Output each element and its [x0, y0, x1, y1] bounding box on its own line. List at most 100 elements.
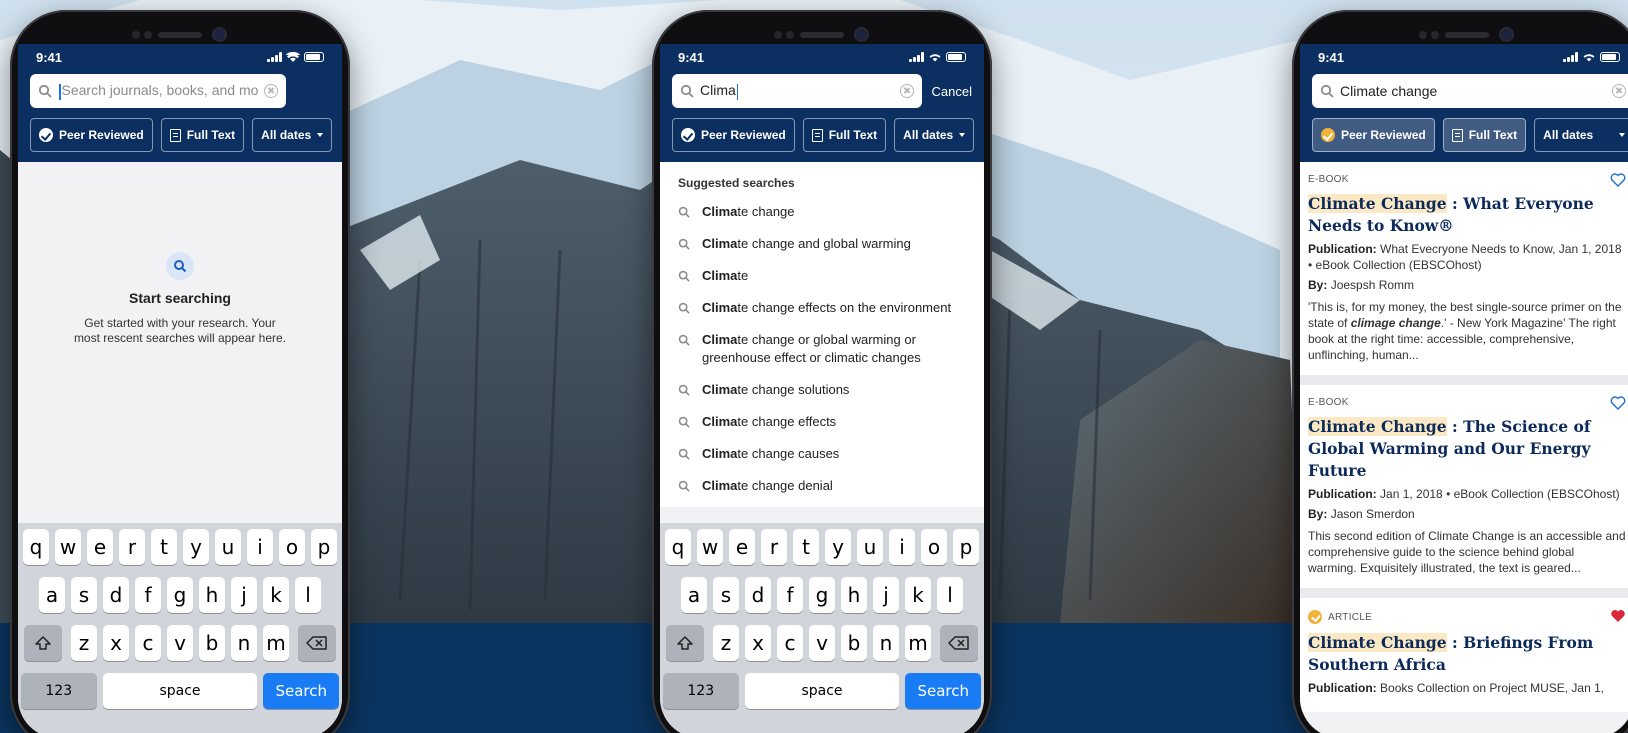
- result-title[interactable]: Climate Change : What Everyone Needs to …: [1308, 193, 1626, 237]
- filter-peer-reviewed[interactable]: Peer Reviewed: [30, 118, 153, 152]
- suggestion-item[interactable]: Climate: [678, 260, 966, 292]
- key-d[interactable]: d: [745, 577, 771, 613]
- result-card[interactable]: E-BOOK Climate Change : What Everyone Ne…: [1300, 162, 1628, 375]
- key-j[interactable]: j: [231, 577, 257, 613]
- backspace-icon[interactable]: [940, 625, 978, 661]
- key-q[interactable]: q: [665, 529, 691, 565]
- space-key[interactable]: space: [102, 673, 258, 709]
- key-x[interactable]: x: [745, 625, 771, 661]
- key-v[interactable]: v: [167, 625, 193, 661]
- suggestion-item[interactable]: Climate change solutions: [678, 374, 966, 406]
- backspace-icon[interactable]: [298, 625, 336, 661]
- filter-full-text[interactable]: Full Text: [802, 118, 887, 152]
- key-f[interactable]: f: [777, 577, 803, 613]
- wifi-icon: [929, 54, 941, 62]
- key-v[interactable]: v: [809, 625, 835, 661]
- key-s[interactable]: s: [71, 577, 97, 613]
- search-input[interactable]: Clima: [672, 74, 922, 108]
- shift-icon[interactable]: [24, 625, 62, 661]
- key-r[interactable]: r: [119, 529, 145, 565]
- key-t[interactable]: t: [793, 529, 819, 565]
- key-b[interactable]: b: [841, 625, 867, 661]
- key-w[interactable]: w: [55, 529, 81, 565]
- key-n[interactable]: n: [873, 625, 899, 661]
- key-h[interactable]: h: [199, 577, 225, 613]
- clear-search-icon[interactable]: [264, 84, 278, 98]
- key-p[interactable]: p: [311, 529, 337, 565]
- suggestion-item[interactable]: Climate change effects: [678, 406, 966, 438]
- key-w[interactable]: w: [697, 529, 723, 565]
- search-key[interactable]: Search: [905, 673, 981, 709]
- key-z[interactable]: z: [71, 625, 97, 661]
- search-input[interactable]: Search journals, books, and more: [30, 74, 286, 108]
- key-e[interactable]: e: [87, 529, 113, 565]
- space-key[interactable]: space: [744, 673, 900, 709]
- key-t[interactable]: t: [151, 529, 177, 565]
- search-key[interactable]: Search: [263, 673, 339, 709]
- key-i[interactable]: i: [247, 529, 273, 565]
- search-icon: [1320, 84, 1334, 98]
- shift-icon[interactable]: [666, 625, 704, 661]
- clear-search-icon[interactable]: [899, 84, 914, 98]
- key-h[interactable]: h: [841, 577, 867, 613]
- key-a[interactable]: a: [39, 577, 65, 613]
- suggestion-item[interactable]: Climate change denial: [678, 470, 966, 502]
- key-n[interactable]: n: [231, 625, 257, 661]
- result-card[interactable]: ARTICLE Climate Change : Briefings From …: [1300, 598, 1628, 712]
- key-e[interactable]: e: [729, 529, 755, 565]
- heart-outline-icon[interactable]: [1610, 395, 1626, 411]
- key-c[interactable]: c: [135, 625, 161, 661]
- search-input[interactable]: Climate change: [1312, 74, 1628, 108]
- key-y[interactable]: y: [183, 529, 209, 565]
- filter-full-text[interactable]: Full Text: [1442, 118, 1527, 152]
- suggestion-item[interactable]: Climate change: [678, 196, 966, 228]
- key-p[interactable]: p: [953, 529, 979, 565]
- result-title[interactable]: Climate Change : The Science of Global W…: [1308, 416, 1626, 482]
- suggestion-item[interactable]: Climate change or global warming or gree…: [678, 324, 966, 374]
- heart-outline-icon[interactable]: [1610, 172, 1626, 188]
- key-u[interactable]: u: [215, 529, 241, 565]
- key-a[interactable]: a: [681, 577, 707, 613]
- key-k[interactable]: k: [263, 577, 289, 613]
- filter-peer-reviewed[interactable]: Peer Reviewed: [1312, 118, 1435, 152]
- key-x[interactable]: x: [103, 625, 129, 661]
- key-l[interactable]: l: [937, 577, 963, 613]
- key-d[interactable]: d: [103, 577, 129, 613]
- key-f[interactable]: f: [135, 577, 161, 613]
- key-g[interactable]: g: [809, 577, 835, 613]
- key-m[interactable]: m: [263, 625, 289, 661]
- title-highlight: Climate Change: [1308, 417, 1447, 436]
- key-o[interactable]: o: [921, 529, 947, 565]
- key-c[interactable]: c: [777, 625, 803, 661]
- key-l[interactable]: l: [295, 577, 321, 613]
- numbers-key[interactable]: 123: [21, 673, 97, 709]
- result-card[interactable]: E-BOOK Climate Change : The Science of G…: [1300, 385, 1628, 588]
- key-g[interactable]: g: [167, 577, 193, 613]
- key-m[interactable]: m: [905, 625, 931, 661]
- key-o[interactable]: o: [279, 529, 305, 565]
- key-k[interactable]: k: [905, 577, 931, 613]
- filter-peer-reviewed[interactable]: Peer Reviewed: [672, 118, 795, 152]
- cancel-button[interactable]: Cancel: [932, 84, 972, 99]
- key-z[interactable]: z: [713, 625, 739, 661]
- key-q[interactable]: q: [23, 529, 49, 565]
- result-title[interactable]: Climate Change : Briefings From Southern…: [1308, 632, 1626, 676]
- meta-label: Publication:: [1308, 681, 1377, 695]
- numbers-key[interactable]: 123: [663, 673, 739, 709]
- clear-search-icon[interactable]: [1612, 84, 1626, 98]
- heart-filled-icon[interactable]: [1610, 608, 1626, 624]
- key-r[interactable]: r: [761, 529, 787, 565]
- key-s[interactable]: s: [713, 577, 739, 613]
- filter-date-select[interactable]: All dates: [252, 118, 333, 152]
- suggestion-item[interactable]: Climate change causes: [678, 438, 966, 470]
- key-u[interactable]: u: [857, 529, 883, 565]
- key-y[interactable]: y: [825, 529, 851, 565]
- key-i[interactable]: i: [889, 529, 915, 565]
- filter-date-select[interactable]: All dates: [1534, 118, 1628, 152]
- filter-full-text[interactable]: Full Text: [160, 118, 245, 152]
- suggestion-item[interactable]: Climate change and global warming: [678, 228, 966, 260]
- key-b[interactable]: b: [199, 625, 225, 661]
- key-j[interactable]: j: [873, 577, 899, 613]
- suggestion-item[interactable]: Climate change effects on the environmen…: [678, 292, 966, 324]
- filter-date-select[interactable]: All dates: [894, 118, 975, 152]
